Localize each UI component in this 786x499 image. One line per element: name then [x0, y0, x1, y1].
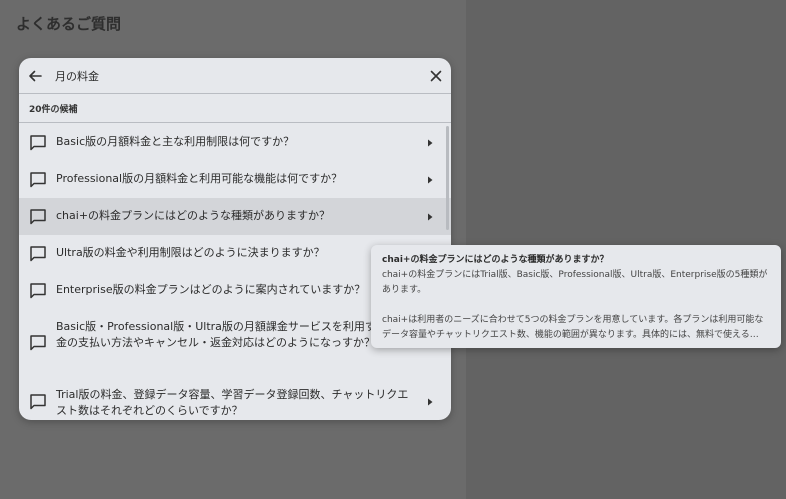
suggestion-item[interactable]: Professional版の月額料金と利用可能な機能は何ですか？ [19, 161, 451, 198]
suggestion-text: Trial版の料金、登録データ容量、学習データ登録回数、チャットリクエスト数はそ… [56, 388, 409, 417]
page-title: よくあるご質問 [16, 15, 122, 33]
message-icon [30, 209, 46, 225]
candidates-count: 20件の候補 [29, 105, 78, 115]
suggestion-item[interactable]: Basic版の月額料金と主な利用制限は何ですか？ [19, 124, 451, 161]
message-icon [30, 335, 46, 351]
message-icon [30, 172, 46, 188]
chevron-right-icon [428, 176, 433, 184]
back-button[interactable] [25, 66, 45, 86]
chevron-right-icon [428, 213, 433, 221]
candidates-header: 20件の候補 [19, 94, 451, 123]
suggestion-text: Enterprise版の料金プランはどのように案内されていますか？ [56, 283, 366, 296]
close-icon [430, 70, 442, 82]
suggestion-item-selected[interactable]: chai+の料金プランにはどのような種類がありますか？ [19, 198, 451, 235]
arrow-left-icon [29, 70, 42, 82]
suggestion-item[interactable]: Trial版の料金、登録データ容量、学習データ登録回数、チャットリクエスト数はそ… [19, 377, 451, 420]
message-icon [30, 135, 46, 151]
search-bar [19, 58, 451, 94]
tooltip-summary: chai+の料金プランにはTrial版、Basic版、Professional版… [382, 270, 768, 295]
suggestion-text: Basic版・Professional版・Ultra版の月額課金サービスを利用す… [56, 320, 409, 349]
suggestion-text: Ultra版の料金や利用制限はどのように決まりますか？ [56, 246, 325, 259]
answer-preview-tooltip: chai+の料金プランにはどのような種類がありますか？ chai+の料金プランに… [371, 245, 781, 348]
suggestion-text: Basic版の月額料金と主な利用制限は何ですか？ [56, 135, 295, 148]
suggestion-text: Professional版の月額料金と利用可能な機能は何ですか？ [56, 172, 343, 185]
chevron-right-icon [428, 139, 433, 147]
tooltip-spacer [382, 298, 771, 313]
chevron-right-icon [428, 398, 433, 406]
scrollbar-thumb[interactable] [446, 126, 449, 230]
suggestion-text: chai+の料金プランにはどのような種類がありますか？ [56, 209, 331, 222]
message-icon [30, 394, 46, 410]
tooltip-detail: chai+は利用者のニーズに合わせて5つの料金プランを用意しています。各プランは… [382, 315, 764, 340]
message-icon [30, 246, 46, 262]
search-input[interactable] [55, 66, 415, 86]
message-icon [30, 283, 46, 299]
tooltip-title: chai+の料金プランにはどのような種類がありますか？ [382, 255, 609, 265]
search-dialog: 20件の候補 Basic版の月額料金と主な利用制限は何ですか？ Professi… [19, 58, 451, 420]
clear-search-button[interactable] [426, 66, 446, 86]
